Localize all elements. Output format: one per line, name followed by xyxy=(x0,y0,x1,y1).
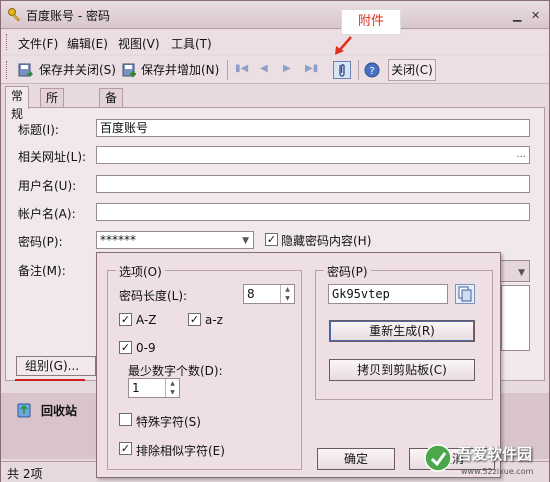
key-icon xyxy=(8,8,21,22)
toolbar-separator xyxy=(358,60,359,80)
exclude-similar-label: 排除相似字符(E) xyxy=(136,444,225,458)
watermark-logo-icon xyxy=(424,444,452,472)
recycle-bin-label: 回收站 xyxy=(41,404,78,418)
watermark-url: www.52zixue.com xyxy=(461,467,534,476)
min-digits-value: 1 xyxy=(132,381,140,395)
menu-view[interactable]: 视图(V) xyxy=(118,35,160,52)
exclude-similar-checkbox[interactable]: ✓ xyxy=(119,442,132,455)
lowercase-checkbox[interactable]: ✓ xyxy=(188,313,201,326)
first-record-icon[interactable]: ▮◀ xyxy=(235,63,248,74)
account-field[interactable] xyxy=(96,203,530,221)
site-watermark: 吾爱软件园 www.52zixue.com xyxy=(421,437,549,481)
window-title: 百度账号 - 密码 xyxy=(26,9,110,23)
app-window: 百度账号 - 密码 ▁ ✕ 附件 文件(F) 编辑(E) 视图(V) 工具(T)… xyxy=(0,0,550,482)
menu-tools[interactable]: 工具(T) xyxy=(171,35,212,52)
regenerate-button[interactable]: 重新生成(R) xyxy=(329,320,475,342)
url-browse-button[interactable]: ... xyxy=(516,147,526,163)
spinner-arrows-icon[interactable]: ▲ ▼ xyxy=(165,379,179,397)
length-spinner[interactable]: 8 ▲ ▼ xyxy=(243,284,295,304)
copy-icon[interactable] xyxy=(455,284,475,304)
annotation-arrow-icon xyxy=(335,36,352,55)
watermark-brand: 吾爱软件园 xyxy=(457,445,533,463)
spinner-arrows-icon[interactable]: ▲ ▼ xyxy=(280,285,294,303)
attachment-icon[interactable] xyxy=(333,61,351,79)
length-label: 密码长度(L): xyxy=(119,289,188,303)
hide-password-checkbox[interactable]: ✓ xyxy=(265,233,278,246)
password-field[interactable]: ****** ▼ xyxy=(96,231,254,249)
url-label: 相关网址(L): xyxy=(18,150,87,164)
recycle-icon xyxy=(17,403,31,418)
toolbar-separator xyxy=(227,60,228,80)
password-label: 密码(P): xyxy=(18,235,63,249)
minimize-icon[interactable]: ▁ xyxy=(513,9,521,22)
svg-text:?: ? xyxy=(369,66,374,77)
menu-bar: 文件(F) 编辑(E) 视图(V) 工具(T) xyxy=(1,30,549,54)
close-button[interactable]: 关闭(C) xyxy=(388,59,436,81)
save-close-button[interactable]: 保存并关闭(S) xyxy=(39,61,116,79)
length-value: 8 xyxy=(247,287,255,301)
menu-edit[interactable]: 编辑(E) xyxy=(67,35,108,52)
min-digits-spinner[interactable]: 1 ▲ ▼ xyxy=(128,378,180,398)
toolbar-grip xyxy=(6,61,9,79)
hide-password-label: 隐藏密码内容(H) xyxy=(281,234,372,248)
save-add-icon xyxy=(122,63,136,77)
menubar-grip xyxy=(6,34,9,50)
tab-all-fields[interactable]: 所有字段 xyxy=(40,88,65,159)
min-digits-label: 最少数字个数(D): xyxy=(128,364,223,378)
next-record-icon[interactable]: ▶ xyxy=(283,63,291,74)
digits-label: 0-9 xyxy=(136,341,156,355)
help-icon[interactable]: ? xyxy=(364,62,380,78)
tab-notes[interactable]: 备注 xyxy=(99,88,124,123)
save-add-button[interactable]: 保存并增加(N) xyxy=(141,61,219,79)
digits-checkbox[interactable]: ✓ xyxy=(119,341,132,354)
notes-label: 备注(M): xyxy=(18,264,66,278)
uppercase-label: A-Z xyxy=(136,313,157,327)
username-label: 用户名(U): xyxy=(18,179,77,193)
special-chars-label: 特殊字符(S) xyxy=(136,415,201,429)
url-field[interactable]: ... xyxy=(96,146,530,164)
annotation-underline xyxy=(15,379,85,381)
title-bar: 百度账号 - 密码 ▁ ✕ xyxy=(1,1,549,29)
menu-file[interactable]: 文件(F) xyxy=(18,35,58,52)
chevron-down-icon[interactable]: ▼ xyxy=(242,233,249,249)
prev-record-icon[interactable]: ◀ xyxy=(260,63,268,74)
password-group-title: 密码(P) xyxy=(324,263,371,280)
account-label: 帐户名(A): xyxy=(18,207,76,221)
generated-password-field[interactable]: Gk95vtep xyxy=(328,284,448,304)
copy-to-clipboard-button[interactable]: 拷贝到剪贴板(C) xyxy=(329,359,475,381)
ok-button[interactable]: 确定 xyxy=(317,448,395,470)
lowercase-label: a-z xyxy=(205,313,223,327)
toolbar: 保存并关闭(S) 保存并增加(N) ▮◀ ◀ ▶ ▶▮ ? 关闭(C) xyxy=(1,56,549,84)
special-chars-checkbox[interactable] xyxy=(119,413,132,426)
options-title: 选项(O) xyxy=(116,263,165,280)
last-record-icon[interactable]: ▶▮ xyxy=(305,63,318,74)
record-count: 共 2项 xyxy=(7,467,43,481)
save-close-icon xyxy=(18,63,33,77)
group-button[interactable]: 组别(G)... xyxy=(16,356,96,376)
username-field[interactable] xyxy=(96,175,530,193)
attachment-annotation: 附件 xyxy=(341,9,401,35)
uppercase-checkbox[interactable]: ✓ xyxy=(119,313,132,326)
notes-area[interactable] xyxy=(501,285,530,351)
title-label: 标题(I): xyxy=(18,123,59,137)
chevron-down-icon: ▼ xyxy=(518,268,525,278)
recycle-bin-item[interactable]: 回收站 xyxy=(9,398,99,422)
password-value: ****** xyxy=(100,233,136,247)
tab-general[interactable]: 常规 xyxy=(5,86,30,121)
close-window-icon[interactable]: ✕ xyxy=(531,9,540,22)
title-field[interactable]: 百度账号 xyxy=(96,119,530,137)
